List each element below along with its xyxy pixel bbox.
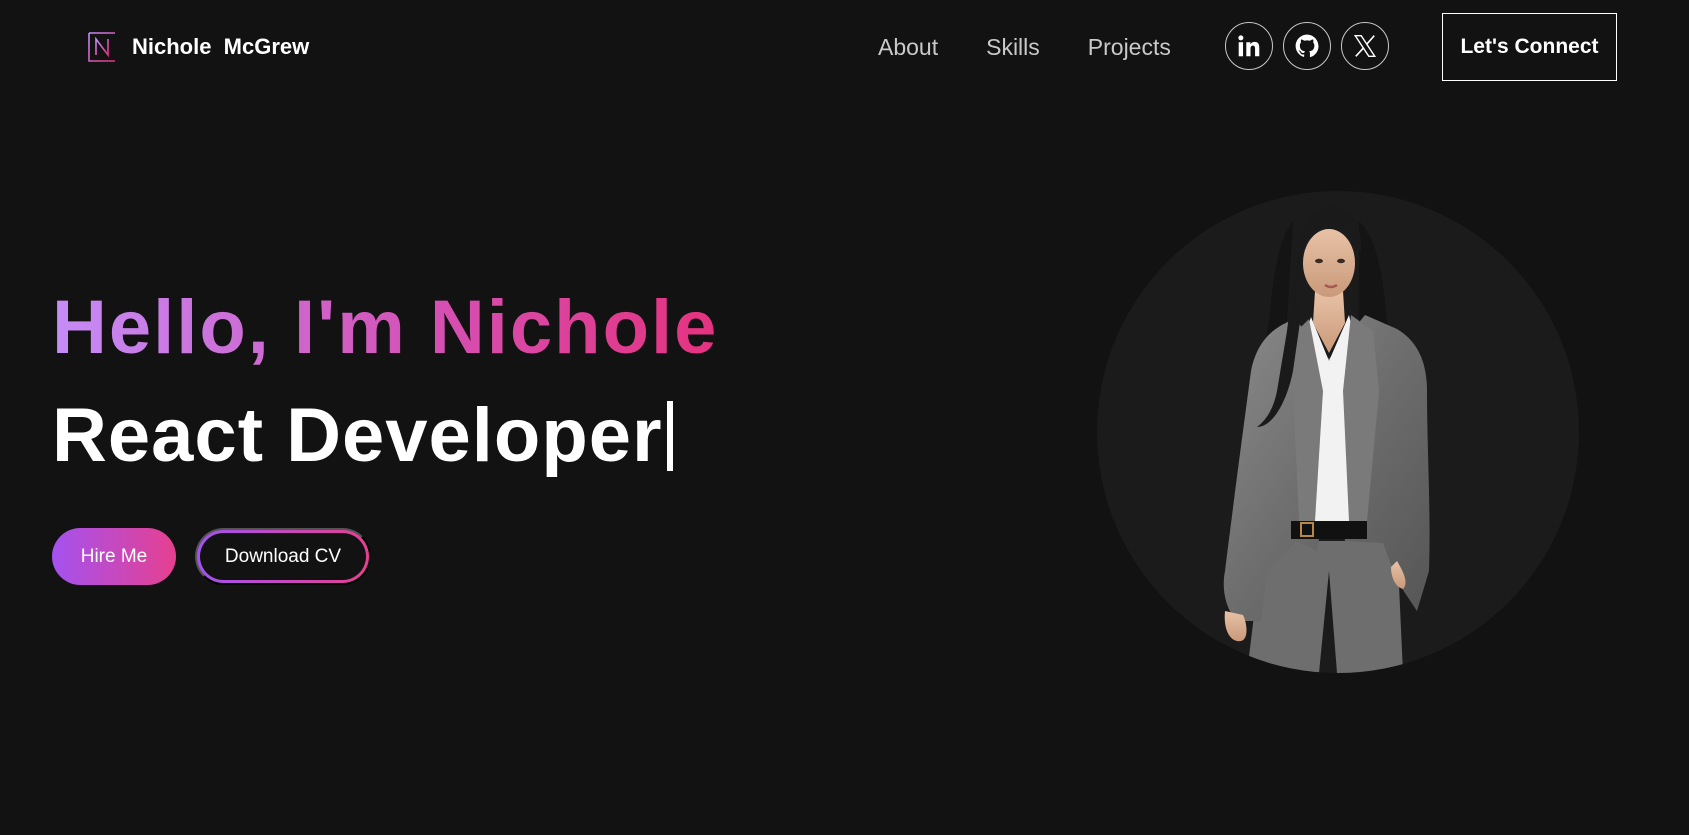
navbar: Nichole McGrew About Skills Projects Let… xyxy=(0,0,1689,94)
linkedin-icon xyxy=(1238,35,1260,57)
logo-icon xyxy=(88,32,115,62)
lets-connect-button[interactable]: Let's Connect xyxy=(1442,13,1617,81)
brand-name: Nichole McGrew xyxy=(132,34,310,59)
hire-me-button[interactable]: Hire Me xyxy=(52,528,176,585)
social-links xyxy=(1225,22,1389,70)
linkedin-button[interactable] xyxy=(1225,22,1273,70)
brand-link[interactable]: Nichole McGrew xyxy=(88,31,309,63)
x-button[interactable] xyxy=(1341,22,1389,70)
page: Nichole McGrew About Skills Projects Let… xyxy=(0,0,1689,835)
portrait-image xyxy=(1223,206,1430,673)
github-button[interactable] xyxy=(1283,22,1331,70)
nav-link-skills[interactable]: Skills xyxy=(986,34,1040,61)
portrait-circle xyxy=(1097,191,1579,673)
portrait xyxy=(1097,191,1579,673)
hero-greeting: Hello, I'm Nichole xyxy=(52,285,719,370)
hero-role: React Developer xyxy=(52,392,673,480)
github-icon xyxy=(1295,34,1319,58)
nav-links: About Skills Projects xyxy=(878,30,1171,64)
download-cv-label: Download CV xyxy=(200,533,366,580)
hero-role-text: React Developer xyxy=(52,393,663,478)
typing-cursor xyxy=(666,401,673,471)
nav-link-projects[interactable]: Projects xyxy=(1088,34,1171,61)
nav-link-about[interactable]: About xyxy=(878,34,938,61)
download-cv-button[interactable]: Download CV xyxy=(195,528,371,585)
x-icon xyxy=(1353,35,1377,57)
